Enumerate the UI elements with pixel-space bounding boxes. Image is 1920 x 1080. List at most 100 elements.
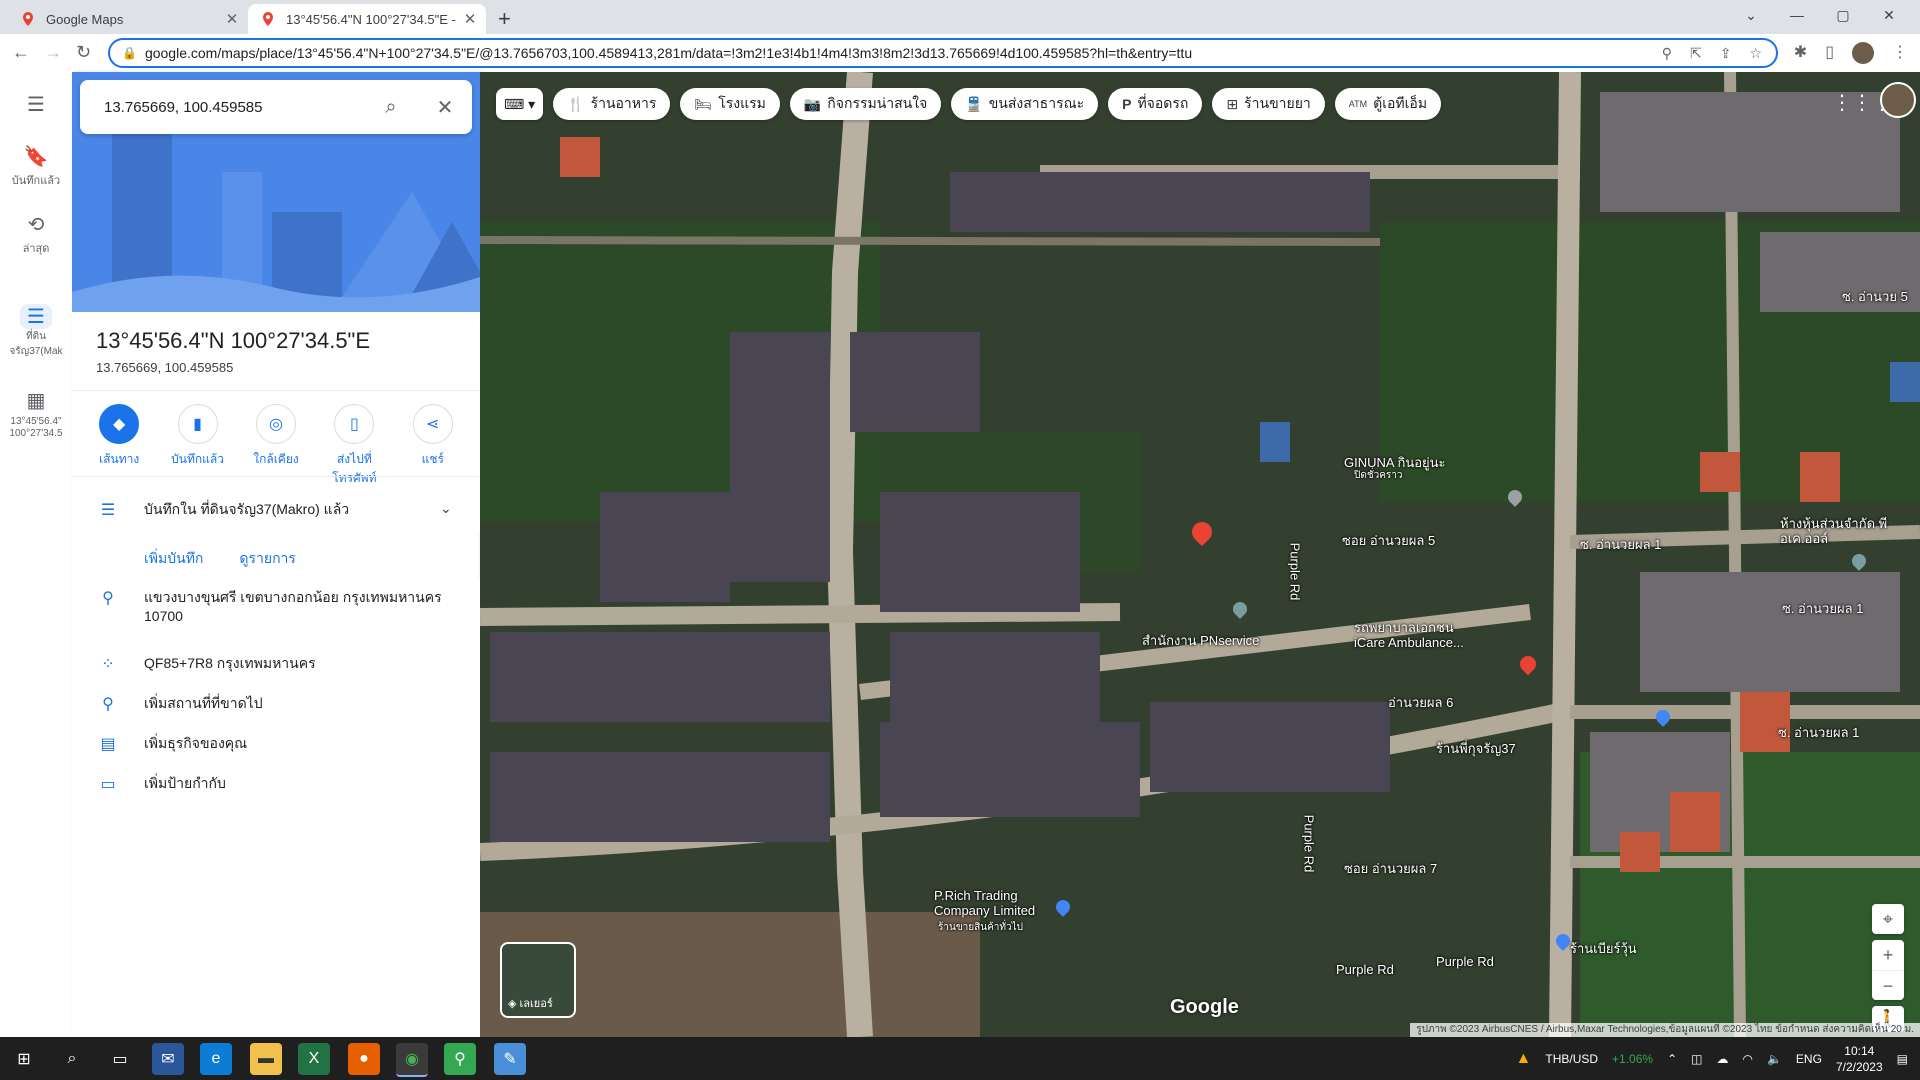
add-missing-place-row[interactable]: ⚲ เพิ่มสถานที่ที่ขาดไป (72, 694, 480, 714)
input-tools-chip[interactable]: ⌨ ▾ (496, 88, 544, 120)
chip-label: ที่จอดรถ (1137, 95, 1189, 111)
thumbnail-icon: ▦ (26, 390, 46, 412)
search-icon: ⌕ (67, 1050, 77, 1067)
address-row[interactable]: ⚲ แขวงบางขุนศรี เขตบางกอกน้อย กรุงเทพมหา… (72, 588, 480, 626)
tab-bar: Google Maps ✕ 13°45'56.4"N 100°27'34.5"E… (0, 0, 1920, 34)
add-label-row[interactable]: ▭ เพิ่มป้ายกำกับ (72, 774, 480, 794)
map-label[interactable]: รถพยาบาลเอกชน iCare Ambulance... (1354, 620, 1474, 650)
menu-icon[interactable]: ⋮ (1892, 42, 1908, 64)
view-list-link[interactable]: ดูรายการ (239, 548, 296, 570)
share-page-icon[interactable]: ⇪ (1720, 45, 1732, 62)
side-panel-icon[interactable]: ▯ (1825, 42, 1834, 64)
tab-current-place[interactable]: 13°45'56.4"N 100°27'34.5"E - Go ✕ (248, 4, 486, 34)
divider (72, 390, 480, 391)
plus-code-row[interactable]: ⁘ QF85+7R8 กรุงเทพมหานคร (72, 654, 480, 674)
wifi-icon[interactable]: ◠ (1742, 1052, 1752, 1066)
lock-icon[interactable]: 🔒 (122, 46, 137, 60)
tray-chevron-icon[interactable]: ⌃ (1667, 1052, 1677, 1066)
account-avatar[interactable] (1880, 82, 1916, 118)
start-button[interactable]: ⊞ (8, 1043, 40, 1075)
add-note-link[interactable]: เพิ่มบันทึก (144, 548, 203, 570)
task-view-button[interactable]: ▭ (104, 1043, 136, 1075)
chip-pharmacy[interactable]: ⊞ ร้านขายยา (1212, 88, 1325, 120)
chrome-icon: ◉ (405, 1051, 419, 1068)
tab-search-icon[interactable]: ⌄ (1728, 0, 1774, 30)
chip-restaurants[interactable]: 🍴 ร้านอาหาร (553, 88, 671, 120)
chip-label: ขนส่งสาธารณะ (988, 95, 1085, 111)
input-language[interactable]: ENG (1796, 1052, 1822, 1066)
maximize-button[interactable]: ▢ (1820, 0, 1866, 30)
map-label: ซ. อ่านวยผล 1 (1580, 537, 1662, 552)
close-icon[interactable]: ✕ (418, 95, 472, 120)
chevron-down-icon[interactable]: ⌄ (440, 500, 480, 517)
search-taskbar-button[interactable]: ⌕ (56, 1043, 88, 1075)
keyboard-icon: ⌨ ▾ (504, 95, 536, 112)
edge-app[interactable]: e (200, 1043, 232, 1075)
clock[interactable]: 10:14 7/2/2023 (1836, 1043, 1883, 1075)
new-tab-button[interactable]: + (498, 6, 511, 32)
map-label[interactable]: ร้านเบียร์วุ้น (1570, 938, 1637, 959)
divider (72, 476, 480, 477)
chip-hotels[interactable]: 🛏 โรงแรม (680, 88, 780, 120)
bookmark-star-icon[interactable]: ☆ (1749, 45, 1762, 62)
close-tab-icon[interactable]: ✕ (222, 10, 242, 28)
close-tab-icon[interactable]: ✕ (460, 10, 480, 28)
search-icon[interactable]: ⌕ (364, 96, 418, 119)
layers-button[interactable]: ◈ เลเยอร์ (500, 942, 576, 1018)
location-icon[interactable]: ⚲ (1662, 45, 1672, 62)
back-button[interactable]: ← (12, 42, 30, 63)
network-icon[interactable]: ◫ (1691, 1052, 1702, 1066)
add-business-row[interactable]: ▤ เพิ่มธุรกิจของคุณ (72, 734, 480, 754)
map-label[interactable]: P.Rich Trading Company Limited (934, 888, 1064, 918)
profile-avatar[interactable] (1852, 42, 1874, 64)
zoom-out-button[interactable]: − (1872, 971, 1904, 1001)
chip-atm[interactable]: ATM ตู้เอทีเอ็ม (1334, 88, 1442, 120)
chip-parking[interactable]: P ที่จอดรถ (1108, 88, 1203, 120)
map-attribution[interactable]: รูปภาพ ©2023 AirbusCNES / Airbus,Maxar T… (1410, 1023, 1920, 1037)
excel-app[interactable]: X (298, 1043, 330, 1075)
zoom-in-button[interactable]: + (1872, 940, 1904, 971)
open-in-app-icon[interactable]: ⇱ (1690, 45, 1702, 62)
map-label[interactable]: ร้านพี่กุจรัญ37 (1436, 738, 1516, 759)
rail-saved-list[interactable]: ☰ ที่ดินจรัญ37(Mak (0, 304, 72, 359)
my-location-button[interactable]: ⌖ (1872, 904, 1904, 934)
firefox-app[interactable]: ● (348, 1043, 380, 1075)
tab-title: Google Maps (46, 11, 124, 27)
window-controls: ⌄ — ▢ ✕ (1728, 0, 1912, 30)
mail-app[interactable]: ✉ (152, 1043, 184, 1075)
cloud-icon[interactable]: ☁ (1716, 1052, 1728, 1066)
rail-recent-place[interactable]: ▦ 13°45'56.4" 100°27'34.5 (0, 388, 72, 439)
map-label[interactable]: ห้างหุ้นส่วนจำกัด พีอเค.ออล์ (1780, 516, 1920, 546)
windows-icon: ⊞ (17, 1051, 31, 1068)
add-location-icon: ⚲ (102, 696, 114, 713)
close-window-button[interactable]: ✕ (1866, 0, 1912, 30)
forward-button[interactable]: → (44, 42, 62, 63)
map-label[interactable]: สำนักงาน PNservice (1142, 630, 1259, 651)
chrome-app[interactable]: ◉ (396, 1043, 428, 1077)
chip-transit[interactable]: 🚆 ขนส่งสาธารณะ (951, 88, 1099, 120)
notifications-icon[interactable]: ▤ (1897, 1052, 1908, 1066)
file-explorer-app[interactable]: ▬ (250, 1043, 282, 1075)
notepad-app[interactable]: ✎ (494, 1043, 526, 1075)
menu-button[interactable]: ☰ (0, 92, 72, 119)
map-label: Purple Rd (1301, 814, 1317, 873)
url-text[interactable]: google.com/maps/place/13°45'56.4"N+100°2… (145, 45, 1662, 61)
rail-saved[interactable]: 🔖 บันทึกแล้ว (0, 144, 72, 189)
map-label: ซ. อ่านวย 5 (1842, 289, 1908, 304)
search-input[interactable]: 13.765669, 100.459585 (80, 99, 364, 116)
reload-button[interactable]: ↻ (76, 42, 91, 63)
volume-icon[interactable]: 🔈 (1767, 1052, 1782, 1066)
tab-google-maps[interactable]: Google Maps ✕ (8, 4, 248, 34)
chip-attractions[interactable]: 📷 กิจกรรมน่าสนใจ (789, 88, 942, 120)
rail-recent[interactable]: ⟲ ล่าสุด (0, 212, 72, 257)
saved-in-list-row[interactable]: ☰ บันทึกใน ที่ดินจรัญ37(Makro) แล้ว ⌄ (72, 500, 480, 520)
search-box[interactable]: 13.765669, 100.459585 ⌕ ✕ (80, 80, 472, 134)
edge-icon: e (211, 1050, 221, 1067)
address-bar[interactable]: 🔒 google.com/maps/place/13°45'56.4"N+100… (108, 38, 1778, 68)
tab-title: 13°45'56.4"N 100°27'34.5"E - Go (286, 11, 460, 27)
maps-app[interactable]: ⚲ (444, 1043, 476, 1075)
extensions-icon[interactable]: ✱ (1794, 42, 1807, 64)
minimize-button[interactable]: — (1774, 0, 1820, 30)
satellite-map[interactable]: ⌨ ▾ 🍴 ร้านอาหาร 🛏 โรงแรม 📷 กิจกรรมน่าสนใจ 🚆… (480, 72, 1920, 1037)
currency-pair[interactable]: THB/USD (1545, 1052, 1598, 1066)
